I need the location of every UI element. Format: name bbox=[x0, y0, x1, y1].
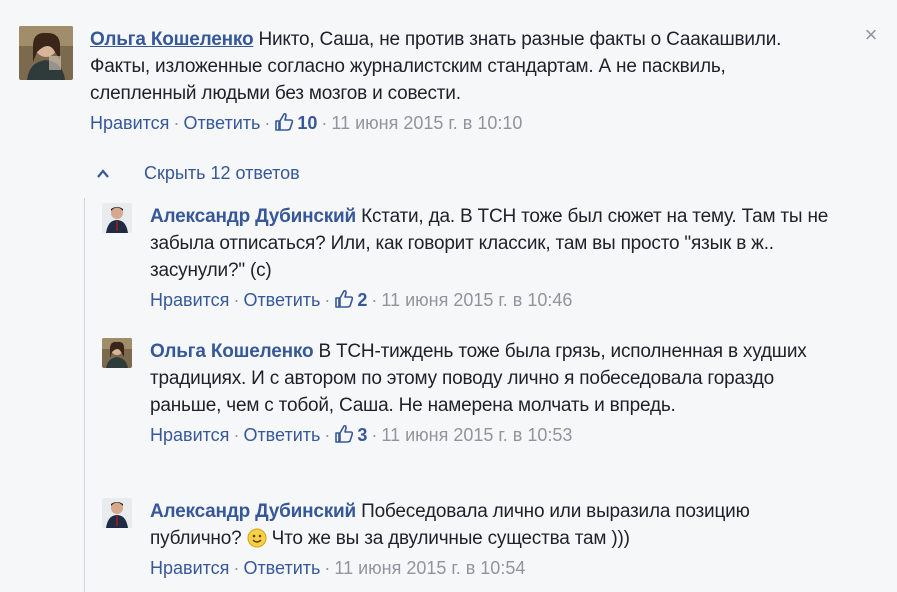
thumbs-up-icon bbox=[334, 289, 354, 315]
hide-replies-label: Скрыть 12 ответов bbox=[144, 163, 300, 183]
timestamp[interactable]: 11 июня 2015 г. в 10:46 bbox=[381, 290, 572, 310]
separator: · bbox=[324, 558, 331, 578]
like-count: 10 bbox=[297, 113, 318, 133]
reply-link[interactable]: Ответить bbox=[243, 290, 320, 310]
comment-actions: Нравится · Ответить · 11 июня 2015 г. в 10:5… bbox=[150, 556, 840, 580]
reply-link[interactable]: Ответить bbox=[243, 425, 320, 445]
reply-link[interactable]: Ответить bbox=[183, 113, 260, 133]
thumbs-up-icon bbox=[274, 112, 294, 138]
avatar[interactable] bbox=[102, 203, 132, 233]
separator: · bbox=[324, 425, 331, 445]
comment-body: Ольга Кошеленко В ТСН-тиждень тоже была … bbox=[150, 338, 840, 450]
smile-emoji-icon bbox=[247, 528, 267, 548]
separator: · bbox=[233, 425, 240, 445]
author-link[interactable]: Ольга Кошеленко bbox=[90, 29, 254, 50]
comment-text: Ольга Кошеленко В ТСН-тиждень тоже была … bbox=[150, 338, 840, 419]
thumbs-up-icon bbox=[334, 424, 354, 450]
reply-item: Александр Дубинский Побеседовала лично и… bbox=[102, 498, 840, 580]
avatar[interactable] bbox=[102, 338, 132, 368]
avatar[interactable] bbox=[19, 26, 73, 80]
like-count-badge[interactable]: 2 bbox=[334, 289, 368, 310]
reply-item: Ольга Кошеленко В ТСН-тиждень тоже была … bbox=[102, 338, 840, 450]
timestamp[interactable]: 11 июня 2015 г. в 10:54 bbox=[334, 558, 525, 578]
like-link[interactable]: Нравится bbox=[90, 113, 169, 133]
author-link[interactable]: Ольга Кошеленко bbox=[150, 341, 314, 362]
reply-item: Александр Дубинский Кстати, да. В ТСН то… bbox=[102, 203, 840, 315]
comment-text: Ольга Кошеленко Никто, Саша, не против з… bbox=[90, 26, 830, 107]
comment-body: Ольга Кошеленко Никто, Саша, не против з… bbox=[90, 26, 830, 138]
comment-actions: Нравится · Ответить · 3 · 11 июня 2015 г. в 10… bbox=[150, 423, 840, 450]
timestamp[interactable]: 11 июня 2015 г. в 10:53 bbox=[381, 425, 572, 445]
separator: · bbox=[173, 113, 180, 133]
reply-link[interactable]: Ответить bbox=[243, 558, 320, 578]
comment-item: Ольга Кошеленко Никто, Саша, не против з… bbox=[19, 26, 839, 138]
timestamp[interactable]: 11 июня 2015 г. в 10:10 bbox=[331, 113, 522, 133]
avatar[interactable] bbox=[102, 498, 132, 528]
separator: · bbox=[371, 425, 378, 445]
separator: · bbox=[371, 290, 378, 310]
like-link[interactable]: Нравится bbox=[150, 290, 229, 310]
comment-thread: × Ольга Кошеленко Никто, Саша, не против… bbox=[0, 0, 897, 592]
like-link[interactable]: Нравится bbox=[150, 425, 229, 445]
like-count: 3 bbox=[357, 425, 368, 445]
separator: · bbox=[233, 558, 240, 578]
like-count-badge[interactable]: 10 bbox=[274, 112, 318, 133]
comment-text: Александр Дубинский Побеседовала лично и… bbox=[150, 498, 840, 552]
separator: · bbox=[321, 113, 328, 133]
comment-actions: Нравится · Ответить · 10 · 11 июня 2015 г. в 1… bbox=[90, 111, 830, 138]
separator: · bbox=[264, 113, 271, 133]
like-count-badge[interactable]: 3 bbox=[334, 424, 368, 445]
thread-divider bbox=[84, 198, 85, 592]
author-link[interactable]: Александр Дубинский bbox=[150, 206, 356, 227]
close-icon[interactable]: × bbox=[862, 24, 880, 46]
author-link[interactable]: Александр Дубинский bbox=[150, 501, 356, 522]
separator: · bbox=[233, 290, 240, 310]
hide-replies-toggle[interactable]: Скрыть 12 ответов bbox=[96, 163, 300, 184]
comment-text: Александр Дубинский Кстати, да. В ТСН то… bbox=[150, 203, 840, 284]
comment-body: Александр Дубинский Кстати, да. В ТСН то… bbox=[150, 203, 840, 315]
like-count: 2 bbox=[357, 290, 368, 310]
comment-body: Александр Дубинский Побеседовала лично и… bbox=[150, 498, 840, 580]
comment-message-part2: Что же вы за двуличные существа там ))) bbox=[266, 528, 630, 549]
comment-actions: Нравится · Ответить · 2 · 11 июня 2015 г. в 10… bbox=[150, 288, 840, 315]
chevron-up-icon bbox=[97, 168, 109, 178]
like-link[interactable]: Нравится bbox=[150, 558, 229, 578]
separator: · bbox=[324, 290, 331, 310]
